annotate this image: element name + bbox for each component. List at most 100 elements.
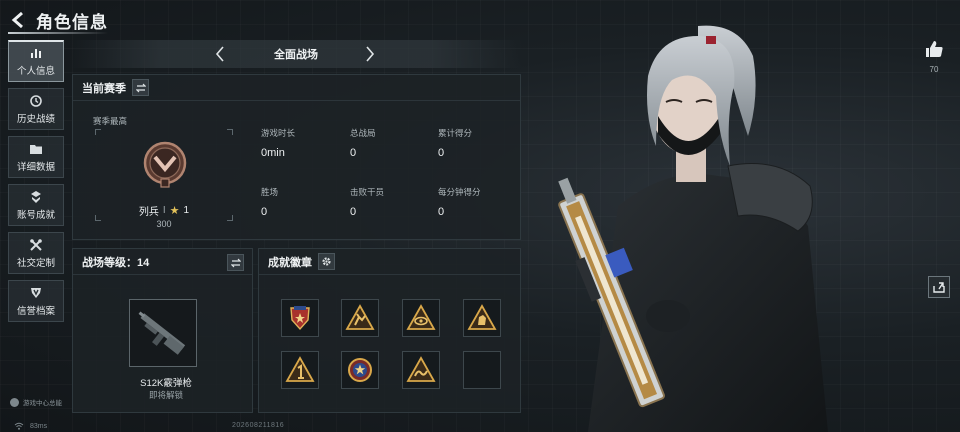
swap-icon bbox=[230, 258, 241, 267]
stat-score-per-minute: 每分钟得分 0 bbox=[438, 186, 528, 218]
chevron-left-icon bbox=[215, 46, 224, 62]
season-panel: 当前赛季 赛季最高 列兵 I ★ 1 300 游戏时长 0min 总战局 0 累… bbox=[72, 74, 521, 240]
header: 角色信息 bbox=[8, 6, 108, 34]
rank-score: 300 bbox=[156, 219, 172, 229]
mode-next-button[interactable] bbox=[362, 44, 378, 64]
sidebar-item-label: 社交定制 bbox=[16, 257, 55, 269]
shield-star-badge-icon bbox=[290, 306, 310, 331]
badge-slot[interactable] bbox=[281, 299, 319, 337]
badge-slot[interactable] bbox=[402, 299, 440, 337]
badge-slot[interactable] bbox=[341, 299, 379, 337]
sidebar-item-social[interactable]: 社交定制 bbox=[8, 232, 64, 274]
stat-play-time: 游戏时长 0min bbox=[261, 127, 351, 159]
rank-emblem-icon bbox=[143, 141, 187, 188]
game-center-label: 游戏中心总能 bbox=[23, 400, 62, 407]
mode-selector: 全面战场 bbox=[70, 40, 522, 68]
sidebar-item-credit[interactable]: 信誉档案 bbox=[8, 280, 64, 322]
shotgun-icon bbox=[138, 311, 186, 355]
page-title: 角色信息 bbox=[36, 12, 108, 32]
corner-mark bbox=[227, 129, 233, 135]
achievements-panel: 成就徽章 bbox=[258, 248, 521, 413]
season-best-label: 赛季最高 bbox=[93, 116, 128, 126]
stat-wins: 胜场 0 bbox=[261, 186, 351, 218]
stat-label: 累计得分 bbox=[438, 128, 473, 138]
rank-name: 列兵 bbox=[138, 207, 159, 218]
sidebar-item-label: 历史战绩 bbox=[16, 113, 55, 125]
battle-level-title: 战场等级：14 bbox=[82, 256, 150, 269]
stat-label: 胜场 bbox=[261, 187, 279, 197]
round-star-badge-icon bbox=[348, 358, 372, 382]
share-icon bbox=[933, 282, 945, 293]
chevron-right-icon bbox=[366, 46, 375, 62]
weapon-name: S12K霰弹枪 bbox=[140, 378, 192, 389]
badge-slot-empty[interactable] bbox=[463, 351, 501, 389]
mode-title: 全面战场 bbox=[274, 49, 318, 61]
rank-line: 列兵 I ★ 1 bbox=[95, 203, 233, 218]
achievements-settings-button[interactable] bbox=[318, 253, 335, 270]
ping-value: 83ms bbox=[30, 422, 48, 430]
triangle-number-one-badge-icon bbox=[285, 356, 315, 382]
mode-prev-button[interactable] bbox=[212, 44, 228, 64]
share-button[interactable] bbox=[928, 276, 950, 298]
corner-mark bbox=[95, 129, 101, 135]
battle-level-switch-button[interactable] bbox=[227, 254, 244, 271]
stat-value: 0min bbox=[261, 147, 285, 159]
status-bar: 83ms bbox=[14, 422, 47, 430]
stat-kills: 击败干员 0 bbox=[350, 186, 440, 218]
triangle-eye-badge-icon bbox=[406, 304, 436, 330]
build-number: 202608211816 bbox=[232, 422, 285, 429]
season-switch-button[interactable] bbox=[132, 79, 149, 96]
sidebar-item-history[interactable]: 历史战绩 bbox=[8, 88, 64, 130]
like-button[interactable]: 70 bbox=[922, 40, 946, 74]
sidebar-item-detail-data[interactable]: 详细数据 bbox=[8, 136, 64, 178]
rank-separator: I bbox=[162, 205, 166, 216]
game-center-badge[interactable]: 游戏中心总能 bbox=[10, 397, 62, 407]
stat-value: 0 bbox=[438, 147, 445, 159]
thumbs-up-icon bbox=[926, 41, 943, 57]
bar-chart-icon bbox=[31, 49, 41, 58]
star-icon: ★ bbox=[169, 205, 180, 217]
achievements-header: 成就徽章 bbox=[259, 249, 520, 275]
triangle-fist-badge-icon bbox=[467, 304, 497, 330]
badge-slot[interactable] bbox=[341, 351, 379, 389]
battle-level-header: 战场等级：14 bbox=[73, 249, 252, 275]
badge-slot[interactable] bbox=[281, 351, 319, 389]
title-underline bbox=[8, 32, 108, 34]
sidebar-item-label: 详细数据 bbox=[16, 161, 55, 173]
sidebar-item-personal-info[interactable]: 个人信息 bbox=[8, 40, 64, 82]
sidebar: 个人信息 历史战绩 详细数据 账号成就 社交定制 信誉档案 bbox=[8, 40, 64, 328]
stat-label: 每分钟得分 bbox=[438, 187, 481, 197]
wifi-icon bbox=[14, 422, 24, 430]
sidebar-item-achievements[interactable]: 账号成就 bbox=[8, 184, 64, 226]
folder-icon bbox=[30, 144, 42, 154]
game-center-icon bbox=[10, 397, 19, 407]
like-count: 70 bbox=[929, 65, 939, 74]
sidebar-item-label: 信誉档案 bbox=[16, 305, 55, 317]
history-icon bbox=[30, 94, 42, 107]
back-arrow-icon bbox=[11, 12, 23, 28]
season-panel-header: 当前赛季 bbox=[73, 75, 520, 101]
sidebar-item-label: 个人信息 bbox=[16, 66, 55, 77]
stat-value: 0 bbox=[261, 206, 268, 218]
stat-total-matches: 总战局 0 bbox=[350, 127, 440, 159]
badge-slot[interactable] bbox=[463, 299, 501, 337]
swap-icon bbox=[135, 83, 146, 92]
stat-label: 游戏时长 bbox=[261, 128, 296, 138]
weapon-unlock-status: 即将解锁 bbox=[148, 390, 183, 400]
weapon-card[interactable] bbox=[129, 299, 197, 367]
triangle-wave-badge-icon bbox=[406, 356, 436, 382]
stat-value: 0 bbox=[438, 206, 445, 218]
stat-value: 0 bbox=[350, 206, 357, 218]
medal-icon bbox=[31, 190, 41, 203]
character-model bbox=[558, 25, 828, 432]
triangle-runner-badge-icon bbox=[345, 304, 375, 330]
season-title: 当前赛季 bbox=[82, 82, 126, 95]
rank-box: 列兵 I ★ 1 300 bbox=[95, 129, 233, 229]
back-button[interactable] bbox=[8, 8, 28, 32]
badge-slot[interactable] bbox=[402, 351, 440, 389]
gear-icon bbox=[322, 257, 331, 266]
shield-icon bbox=[31, 287, 41, 298]
rank-stars: 1 bbox=[183, 205, 190, 216]
stat-value: 0 bbox=[350, 147, 357, 159]
sidebar-item-label: 账号成就 bbox=[16, 209, 55, 221]
